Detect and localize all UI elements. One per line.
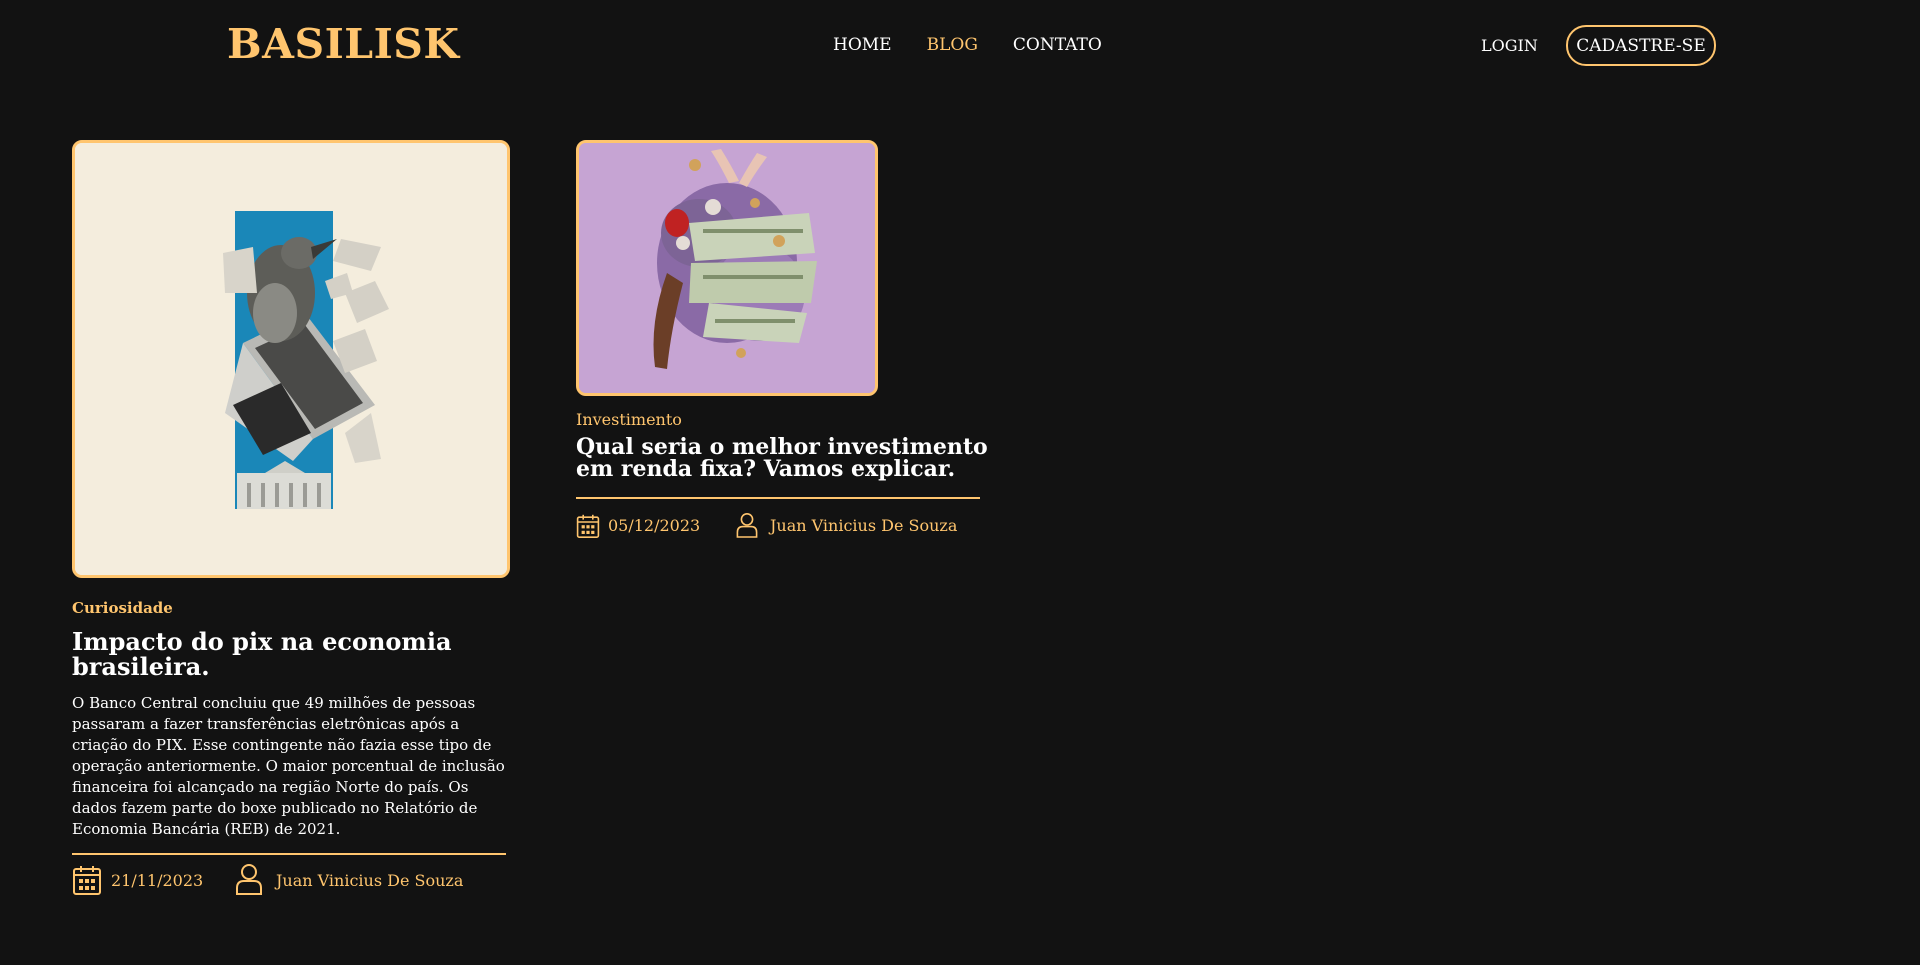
- post-image-pix[interactable]: [72, 140, 510, 578]
- site-header: BASILISK HOME BLOG CONTATO LOGIN CADASTR…: [0, 0, 1920, 92]
- money-hands-illustration: [579, 143, 875, 393]
- post-date: 21/11/2023: [111, 871, 204, 890]
- post-date: 05/12/2023: [608, 516, 701, 535]
- post-category[interactable]: Curiosidade: [72, 598, 173, 618]
- login-link[interactable]: LOGIN: [1481, 33, 1538, 59]
- post-author[interactable]: Juan Vinicius De Souza: [770, 515, 957, 537]
- post-category[interactable]: Investimento: [576, 410, 682, 430]
- nav-blog[interactable]: BLOG: [927, 32, 978, 58]
- signup-button[interactable]: CADASTRE-SE: [1566, 25, 1716, 66]
- calendar-icon: [576, 513, 600, 543]
- post-image-investimento[interactable]: [576, 140, 878, 396]
- calendar-icon: [72, 864, 102, 900]
- post-divider: [576, 497, 980, 499]
- post-divider: [72, 853, 506, 855]
- post-excerpt: O Banco Central concluiu que 49 milhões …: [72, 694, 505, 838]
- user-icon: [735, 511, 759, 543]
- nav-home[interactable]: HOME: [833, 32, 892, 58]
- laptop-bird-illustration: [75, 143, 507, 575]
- site-logo[interactable]: BASILISK: [227, 16, 460, 72]
- nav-contato[interactable]: CONTATO: [1013, 32, 1102, 58]
- post-title[interactable]: Impacto do pix na economia brasileira.: [72, 629, 512, 679]
- post-title[interactable]: Qual seria o melhor investimento em rend…: [576, 436, 996, 480]
- main-nav: HOME BLOG CONTATO: [833, 32, 1102, 58]
- user-icon: [234, 862, 264, 900]
- post-author[interactable]: Juan Vinicius De Souza: [276, 870, 463, 892]
